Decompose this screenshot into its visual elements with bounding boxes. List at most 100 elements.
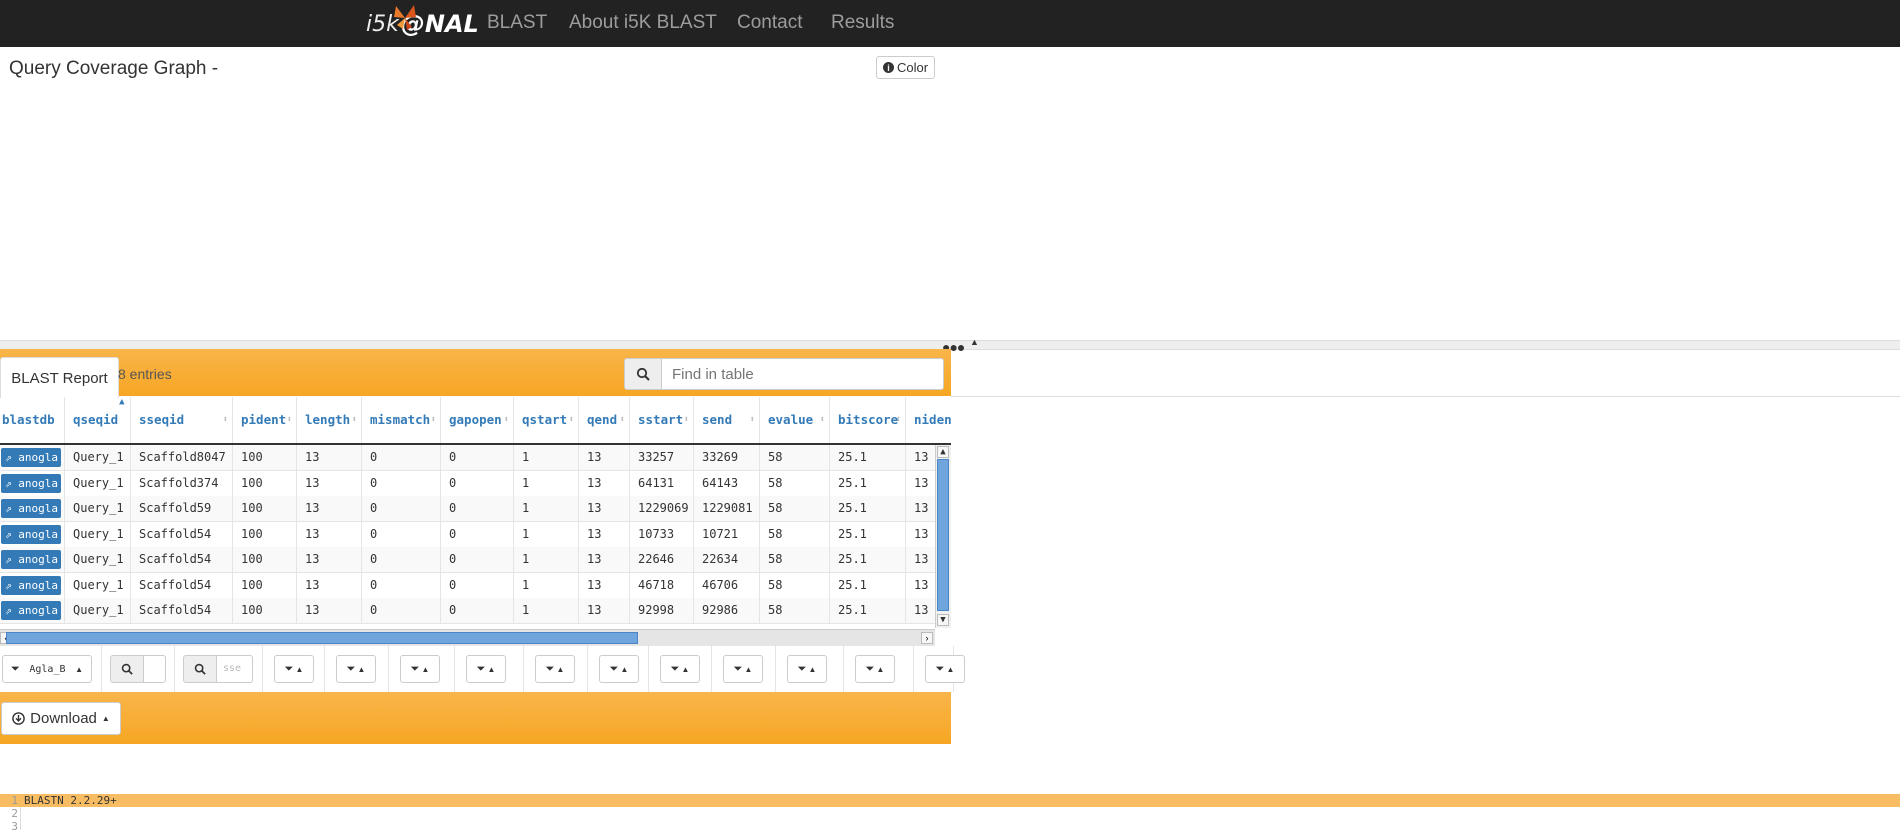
cell-evalue: 58 xyxy=(760,445,830,470)
results-table: blastdb qseqid▲ sseqid ⬍ pident ⬍ length ⬍ misma… xyxy=(0,397,951,629)
scroll-up-icon[interactable]: ▲ xyxy=(937,446,949,458)
column-header-mismatch[interactable]: mismatch ⬍ xyxy=(362,397,441,443)
column-header-gapopen[interactable]: gapopen ⬍ xyxy=(441,397,514,443)
filter-cell-evalue: ⏷ ▲ xyxy=(776,646,844,692)
blastdb-link-button[interactable]: ⇗ anogla xyxy=(1,448,61,467)
filter-input-sseqid[interactable]: sse xyxy=(217,655,253,683)
caret-up-icon: ▲ xyxy=(681,664,690,674)
cell-evalue: 58 xyxy=(760,572,830,598)
table-row[interactable]: ⇗ anogla Query_1 Scaffold54 100 13 0 0 1 13 22646… xyxy=(0,547,935,573)
filter-button-gapopen[interactable]: ⏷ ▲ xyxy=(466,655,506,683)
search-icon[interactable] xyxy=(110,655,144,683)
cell-sseqid: Scaffold59 xyxy=(131,496,233,521)
blastdb-link-button[interactable]: ⇗ anogla xyxy=(1,524,61,544)
blastdb-link-button[interactable]: ⇗ anogla xyxy=(1,575,61,595)
column-header-sstart[interactable]: sstart ⬍ xyxy=(630,397,694,443)
blastdb-link-button[interactable]: ⇗ anogla xyxy=(1,499,61,518)
filter-button-pident[interactable]: ⏷ ▲ xyxy=(274,655,314,683)
cell-pident: 100 xyxy=(233,598,297,623)
caret-up-icon: ▲ xyxy=(421,664,430,674)
sort-icon: ⬍ xyxy=(895,415,901,425)
cell-sseqid: Scaffold54 xyxy=(131,547,233,572)
table-row[interactable]: ⇗ anogla Query_1 Scaffold54 100 13 0 0 1 13 46718… xyxy=(0,572,935,599)
column-header-send[interactable]: send ⬍ xyxy=(694,397,760,443)
blastdb-label: anogla xyxy=(18,451,58,464)
cell-qstart: 1 xyxy=(514,598,579,623)
column-header-blastdb[interactable]: blastdb xyxy=(0,397,65,443)
filter-button-sstart[interactable]: ⏷ ▲ xyxy=(660,655,700,683)
filter-search-sseqid: sse xyxy=(183,655,253,683)
filter-cell-qend: ⏷ ▲ xyxy=(588,646,649,692)
blastdb-link-button[interactable]: ⇗ anogla xyxy=(1,550,61,569)
column-header-qseqid[interactable]: qseqid▲ xyxy=(65,397,131,443)
download-button[interactable]: Download ▲ xyxy=(1,702,121,735)
column-header-niden[interactable]: niden xyxy=(906,397,951,443)
blastdb-label: anogla xyxy=(18,476,58,490)
caret-up-icon: ▲ xyxy=(487,664,496,674)
tab-blast-report[interactable]: BLAST Report xyxy=(0,357,119,398)
filter-button-evalue[interactable]: ⏷ ▲ xyxy=(787,655,827,683)
caret-up-icon[interactable]: ▲ xyxy=(970,337,979,347)
blastdb-filter-select[interactable]: ⏷ Agla_B ▲ xyxy=(2,655,92,683)
filter-cell-niden: ⏷ ▲ xyxy=(914,646,965,692)
table-row[interactable]: ⇗ anogla Query_1 Scaffold59 100 13 0 0 1 13 12290… xyxy=(0,496,935,522)
filter-icon: ⏷ xyxy=(476,662,486,675)
caret-up-icon: ▲ xyxy=(808,664,817,674)
cell-length: 13 xyxy=(297,496,362,521)
filter-button-mismatch[interactable]: ⏷ ▲ xyxy=(400,655,440,683)
filter-icon: ⏷ xyxy=(346,662,356,675)
filter-cell-length: ⏷ ▲ xyxy=(325,646,389,692)
search-input[interactable] xyxy=(662,358,944,390)
cell-pident: 100 xyxy=(233,521,297,547)
blastdb-link-button[interactable]: ⇗ anogla xyxy=(1,473,61,493)
sort-icon: ⬍ xyxy=(819,415,825,425)
cell-send: 10721 xyxy=(694,521,760,547)
filter-input-qseqid[interactable] xyxy=(144,655,166,683)
cell-gapopen: 0 xyxy=(441,445,514,470)
table-row[interactable]: ⇗ anogla Query_1 Scaffold8047 100 13 0 0 1 13 332… xyxy=(0,445,935,471)
nav-blast[interactable]: BLAST xyxy=(487,12,547,34)
column-header-pident[interactable]: pident ⬍ xyxy=(233,397,297,443)
blastdb-label: anogla xyxy=(18,527,58,541)
coverage-graph-title: Query Coverage Graph - xyxy=(9,58,219,79)
vertical-scrollbar[interactable]: ▲ ▼ xyxy=(935,445,951,628)
brand-logo[interactable]: i5k @NAL xyxy=(366,5,479,43)
column-header-sseqid[interactable]: sseqid ⬍ xyxy=(131,397,233,443)
horizontal-scrollbar[interactable]: ‹ › xyxy=(0,629,935,646)
column-header-qend[interactable]: qend ⬍ xyxy=(579,397,630,443)
nav-results[interactable]: Results xyxy=(831,12,894,34)
filter-button-send[interactable]: ⏷ ▲ xyxy=(723,655,763,683)
scroll-down-icon[interactable]: ▼ xyxy=(937,614,949,626)
table-row[interactable]: ⇗ anogla Query_1 Scaffold54 100 13 0 0 1 13 92998… xyxy=(0,598,935,624)
filter-icon: ⏷ xyxy=(797,662,807,675)
nav-about[interactable]: About i5K BLAST xyxy=(569,12,717,34)
column-header-qstart[interactable]: qstart ⬍ xyxy=(514,397,579,443)
sort-icon: ⬍ xyxy=(749,415,755,425)
filter-button-bitscore[interactable]: ⏷ ▲ xyxy=(855,655,895,683)
filter-button-niden[interactable]: ⏷ ▲ xyxy=(925,655,965,683)
column-header-evalue[interactable]: evalue ⬍ xyxy=(760,397,830,443)
column-header-length[interactable]: length ⬍ xyxy=(297,397,362,443)
sort-icon: ⬍ xyxy=(619,415,625,425)
search-icon[interactable] xyxy=(183,655,217,683)
filter-button-length[interactable]: ⏷ ▲ xyxy=(336,655,376,683)
color-button[interactable]: i Color xyxy=(876,56,936,79)
cell-qstart: 1 xyxy=(514,521,579,547)
blastdb-link-button[interactable]: ⇗ anogla xyxy=(1,601,61,620)
column-header-bitscore[interactable]: bitscore ⬍ xyxy=(830,397,906,443)
table-row[interactable]: ⇗ anogla Query_1 Scaffold374 100 13 0 0 1 13 6413… xyxy=(0,470,935,497)
vertical-scroll-thumb[interactable] xyxy=(937,459,949,611)
cell-gapopen: 0 xyxy=(441,521,514,547)
color-button-label: Color xyxy=(897,60,929,75)
filter-button-qend[interactable]: ⏷ ▲ xyxy=(599,655,639,683)
caret-up-icon: ▲ xyxy=(876,664,885,674)
horizontal-scroll-thumb[interactable] xyxy=(6,632,638,644)
cell-mismatch: 0 xyxy=(362,521,441,547)
filter-button-qstart[interactable]: ⏷ ▲ xyxy=(535,655,575,683)
filter-icon: ⏷ xyxy=(11,662,20,675)
nav-contact[interactable]: Contact xyxy=(737,12,802,34)
table-row[interactable]: ⇗ anogla Query_1 Scaffold54 100 13 0 0 1 13 10733… xyxy=(0,521,935,548)
cell-sstart: 92998 xyxy=(630,598,694,623)
search-icon[interactable] xyxy=(624,358,662,390)
scroll-right-icon[interactable]: › xyxy=(921,632,933,644)
